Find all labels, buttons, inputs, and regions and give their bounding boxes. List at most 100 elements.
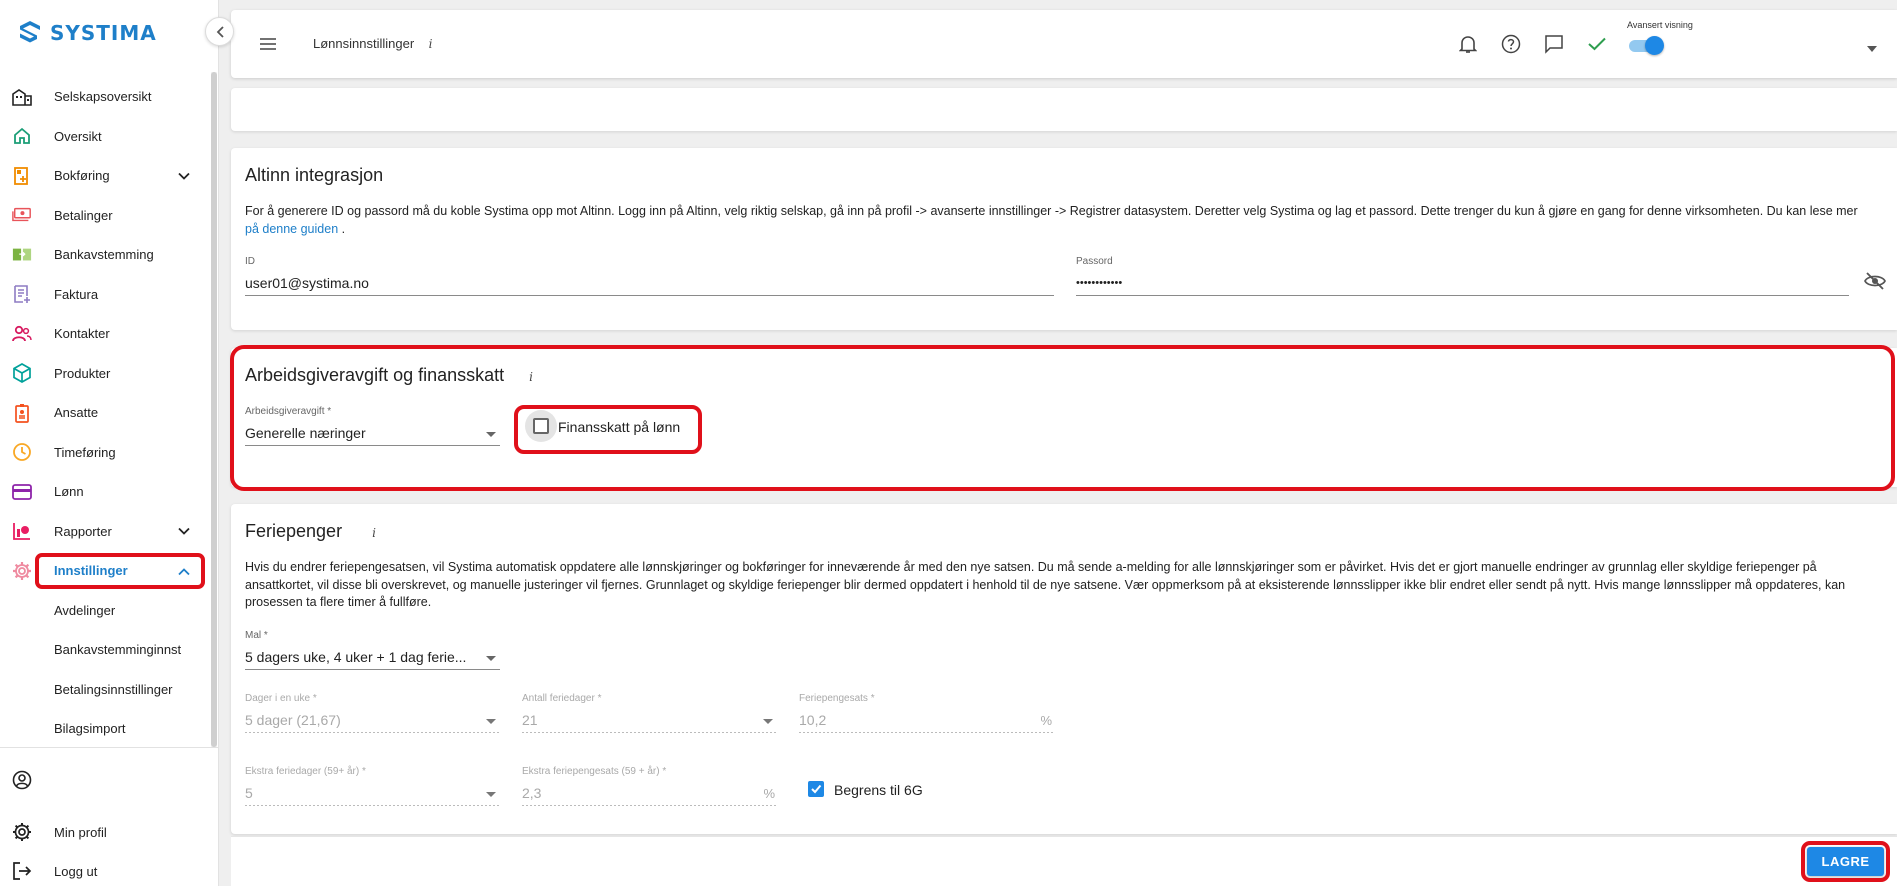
limit-6g-label[interactable]: Begrens til 6G [834,782,923,798]
page-title-text: Lønnsinnstillinger [313,36,415,51]
advanced-view-label: Avansert visning [1627,20,1693,30]
field-label: Antall feriedager * [522,693,602,704]
top-bar: Lønnsinnstillinger i Avansert visning [231,10,1897,78]
sidebar-item-label: Min profil [54,824,107,840]
field-label: Mal * [245,630,268,641]
sidebar-subitem-bilagsimport[interactable]: Bilagsimport [0,709,210,749]
sidebar-item-label: Kontakter [54,326,110,342]
account-circle-icon [12,770,32,790]
payment-icon [12,205,32,225]
sidebar-item-faktura[interactable]: Faktura [0,275,210,315]
altinn-id-field[interactable]: ID user01@systima.no [245,256,1054,296]
menu-icon[interactable] [259,37,277,54]
eye-off-icon[interactable] [1864,272,1886,293]
sidebar-item-label: Selskapsoversikt [54,89,152,105]
days-per-week-select: Dager i en uke * 5 dager (21,67) [245,693,500,733]
altinn-password-field[interactable]: Passord •••••••••••• [1076,256,1849,296]
sidebar-item-label: Ansatte [54,405,99,421]
field-underline [799,732,1054,733]
sidebar-item-selskapsoversikt[interactable]: Selskapsoversikt [0,77,210,117]
bell-icon[interactable] [1456,32,1480,56]
chat-icon[interactable] [1542,32,1566,56]
save-button-highlight [1801,841,1890,882]
sidebar-scrollbar[interactable] [211,72,217,747]
guide-link[interactable]: på denne guiden [245,222,338,236]
check-icon[interactable] [1585,32,1609,56]
holiday-pay-card: Feriepenger i Hvis du endrer feriepenges… [231,504,1897,834]
holiday-template-select[interactable]: Mal * 5 dagers uke, 4 uker + 1 dag ferie… [245,630,500,670]
collapse-sidebar-button[interactable] [205,17,234,46]
home-icon [12,126,32,146]
holiday-rate-field: Feriepengesats * 10,2 % [799,693,1054,733]
field-label: Ekstra feriepengesats (59 + år) * [522,766,667,777]
dropdown-arrow-icon [763,719,773,724]
sidebar-item-oversikt[interactable]: Oversikt [0,117,210,157]
sidebar-subitem-bankavstemminginnst[interactable]: Bankavstemminginnst [0,630,210,670]
sidebar-item-label: Faktura [54,286,99,302]
sidebar-item-label: Bankavstemming [54,247,154,263]
previous-settings-card [231,88,1897,131]
field-label: ID [245,256,255,267]
logout-icon [12,861,32,881]
info-icon[interactable]: i [429,37,433,51]
altinn-title: Altinn integrasjon [245,165,384,185]
info-icon[interactable]: i [372,526,376,540]
chevron-down-icon[interactable] [178,168,190,183]
sidebar-item-betalinger[interactable]: Betalinger [0,196,210,236]
systima-logo[interactable]: SYSTIMA [18,20,157,46]
chevron-down-icon[interactable] [178,524,190,539]
checkmark-icon [811,784,822,794]
altinn-description-end: . [338,221,346,236]
field-underline [245,805,500,806]
altinn-card: Altinn integrasjon For å generere ID og … [231,148,1897,330]
bank-reconciliation-icon [12,245,32,265]
product-icon [12,363,32,384]
advanced-view-toggle[interactable] [1627,36,1664,55]
percent-suffix: % [763,786,775,801]
innstillinger-highlight [35,553,205,589]
limit-6g-checkbox[interactable] [808,781,824,797]
sidebar-item-label: Oversikt [54,128,102,144]
building-icon [12,87,32,107]
field-value: 2,3 [522,785,542,801]
extra-holiday-rate-field: Ekstra feriepengesats (59 + år) * 2,3 % [522,766,777,806]
employer-tax-highlight [230,345,1895,491]
finance-tax-highlight [514,405,702,454]
sidebar-item-label: Timeføring [54,444,116,460]
altinn-description-text: For å generere ID og passord må du koble… [245,204,1858,218]
sidebar-item-label: Logg ut [54,863,98,879]
sidebar-item-ansatte[interactable]: Ansatte [0,393,210,433]
page-title: Lønnsinnstillinger i [313,36,432,51]
holiday-days-select: Antall feriedager * 21 [522,693,777,733]
gear-icon [12,822,32,842]
field-underline [245,732,500,733]
field-value: 5 dager (21,67) [245,712,341,728]
user-menu-dropdown-icon[interactable] [1867,40,1877,55]
account-button[interactable] [0,762,210,798]
sidebar-item-bankavstemming[interactable]: Bankavstemming [0,235,210,275]
sidebar-subitem-avdelinger[interactable]: Avdelinger [0,591,210,631]
sidebar-subitem-betalingsinnstillinger[interactable]: Betalingsinnstillinger [0,670,210,710]
sidebar-item-min-profil[interactable]: Min profil [0,814,210,850]
field-underline [522,805,777,806]
field-value: 10,2 [799,712,827,728]
sidebar-item-timeforing[interactable]: Timeføring [0,433,210,473]
sidebar-item-logg-ut[interactable]: Logg ut [0,853,210,886]
sidebar-item-lonn[interactable]: Lønn [0,472,210,512]
sidebar-item-label: Rapporter [54,523,112,539]
field-value: 5 [245,785,253,801]
chevron-left-icon [216,25,224,38]
sidebar-item-rapporter[interactable]: Rapporter [0,512,210,552]
altinn-description: For å generere ID og passord må du koble… [245,203,1875,238]
help-icon[interactable] [1499,32,1523,56]
field-value: •••••••••••• [1076,277,1123,289]
invoice-icon [12,284,32,304]
field-label: Feriepengesats * [799,693,875,704]
field-value: 5 dagers uke, 4 uker + 1 dag ferie... [245,649,467,665]
salary-icon [12,482,32,502]
contacts-icon [12,324,32,344]
sidebar-item-bokforing[interactable]: Bokføring [0,156,210,196]
sidebar-item-produkter[interactable]: Produkter [0,354,210,394]
field-underline [1076,295,1849,296]
sidebar-item-kontakter[interactable]: Kontakter [0,314,210,354]
